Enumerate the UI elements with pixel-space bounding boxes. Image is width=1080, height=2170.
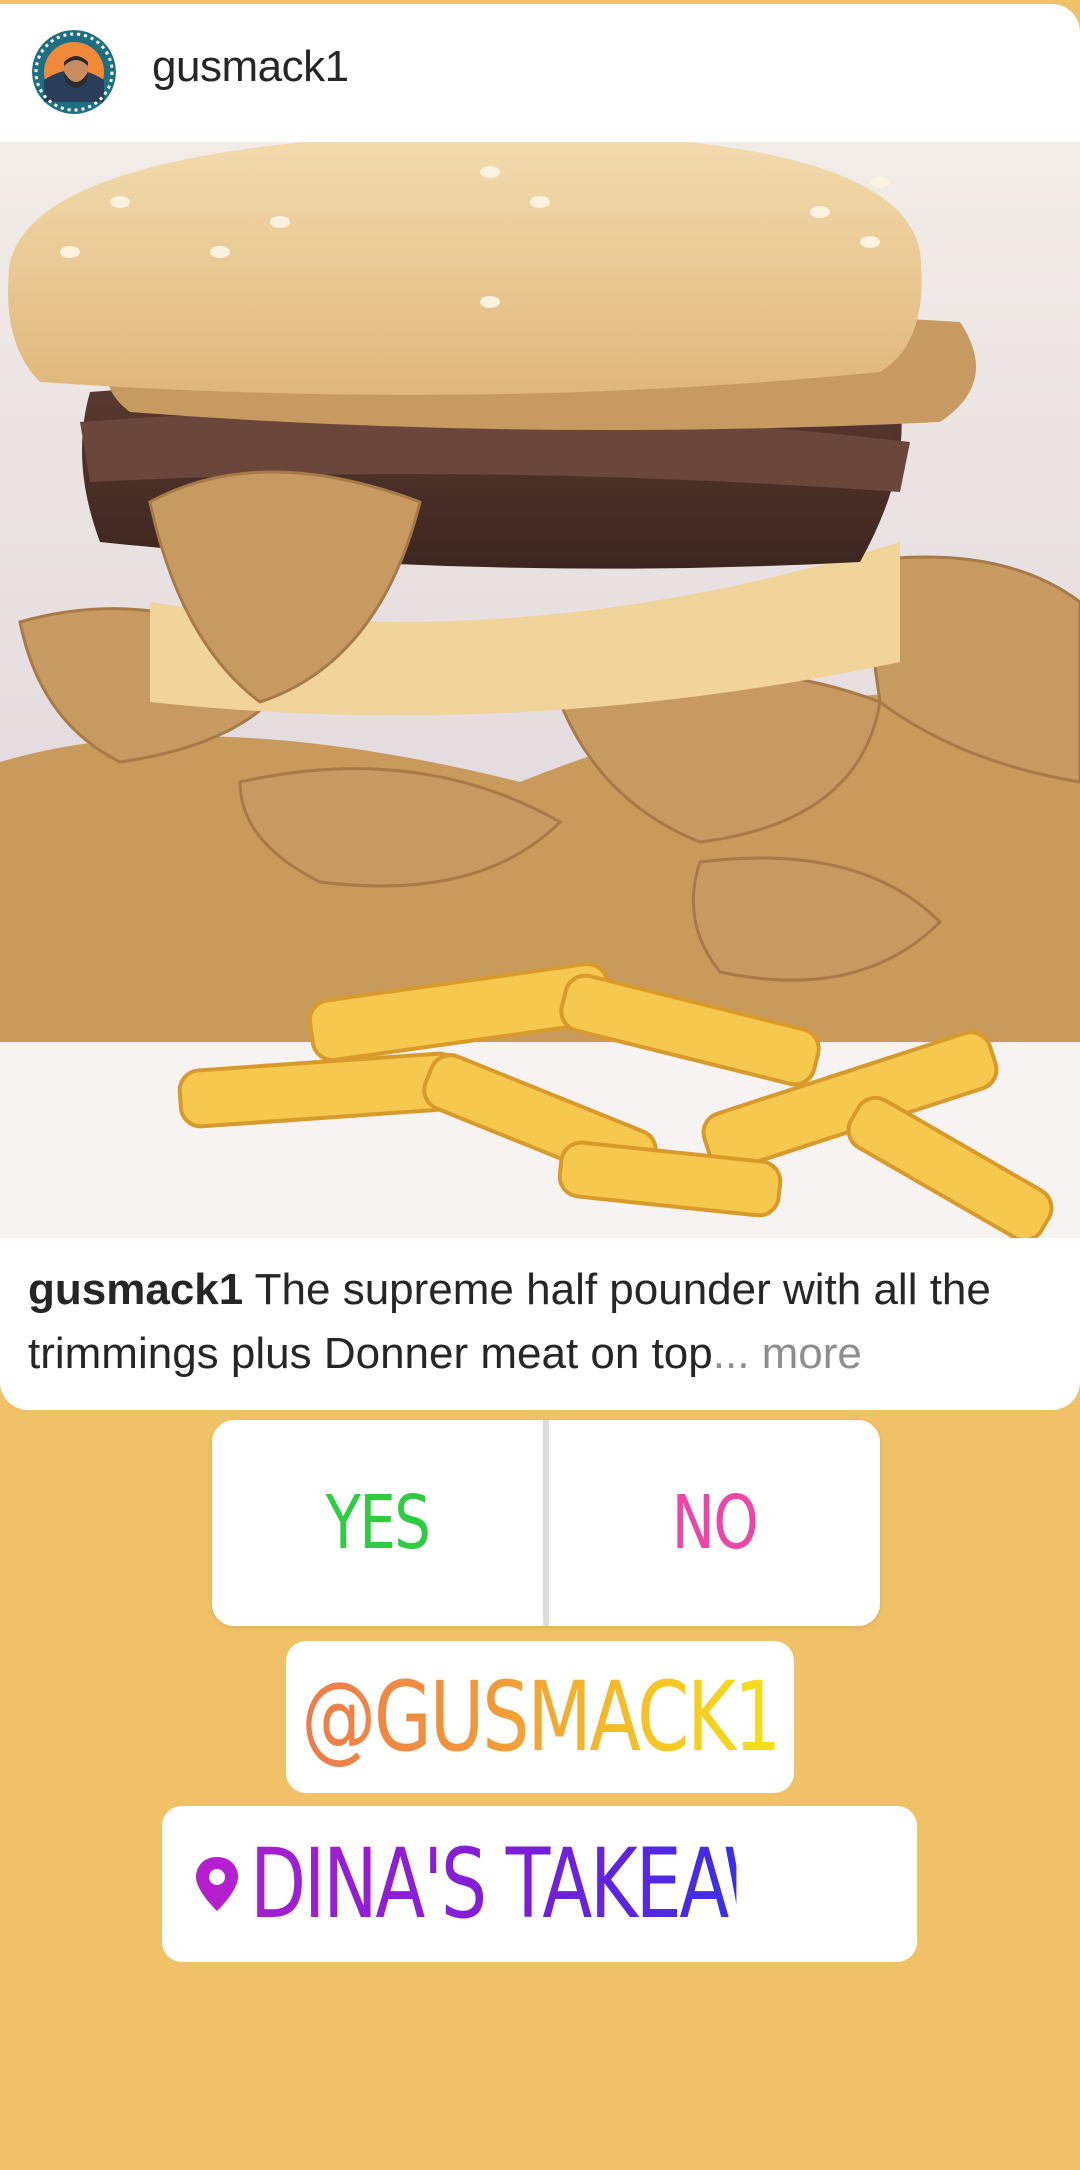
avatar[interactable] bbox=[32, 30, 116, 114]
poll-divider bbox=[543, 1420, 549, 1626]
location-label: DINA'S TAKEAWAY bbox=[249, 1828, 875, 1940]
poll-yes-button[interactable]: YES bbox=[248, 1420, 506, 1626]
post-card: gusmack1 gusmack1 The supreme half pound… bbox=[0, 4, 1080, 1410]
post-photo bbox=[0, 142, 1080, 1238]
location-pin-icon bbox=[195, 1857, 238, 1911]
poll-sticker: YES NO bbox=[212, 1420, 880, 1626]
post-caption: gusmack1 The supreme half pounder with a… bbox=[28, 1258, 1038, 1386]
mention-sticker[interactable]: @GUSMACK1 bbox=[286, 1641, 794, 1793]
caption-more-link[interactable]: ... more bbox=[713, 1329, 862, 1378]
location-sticker[interactable]: DINA'S TAKEAWAY bbox=[162, 1806, 917, 1962]
avatar-icon bbox=[32, 30, 116, 114]
poll-no-button[interactable]: NO bbox=[585, 1420, 843, 1626]
post-header: gusmack1 bbox=[0, 4, 1080, 140]
caption-username[interactable]: gusmack1 bbox=[28, 1265, 243, 1314]
post-username[interactable]: gusmack1 bbox=[152, 42, 349, 92]
burger-photo bbox=[0, 142, 1080, 1238]
mention-text: @GUSMACK1 bbox=[301, 1661, 781, 1773]
